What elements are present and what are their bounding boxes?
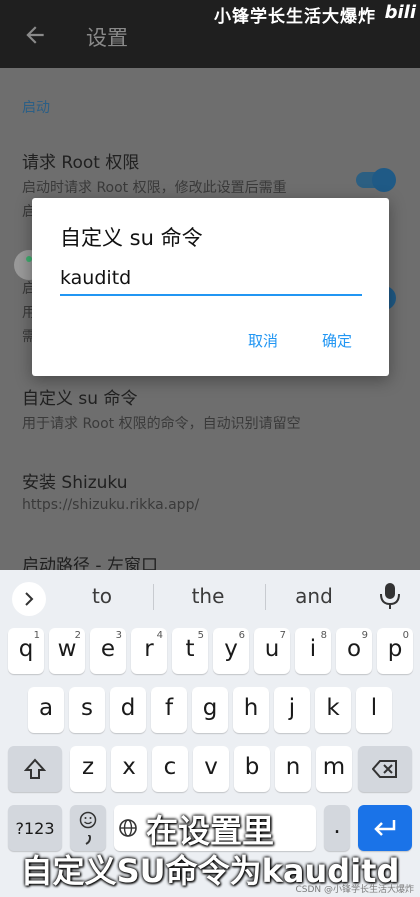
key-number-hint: 5 [197,630,204,641]
key-label: s [81,695,93,721]
letter-key[interactable]: o9 [336,628,372,674]
suggestion-word[interactable]: the [168,584,248,608]
dialog-title: 自定义 su 命令 [60,226,203,250]
bilibili-logo: bili [384,2,416,23]
pref-start-path-left[interactable]: 启动路径 - 左窗口 [22,551,158,570]
letter-key[interactable]: w2 [49,628,85,674]
key-label: b [244,754,260,780]
key-label: z [81,754,95,780]
pref-summary: 启动时请求 Root 权限，修改此设置后需重 [22,180,287,196]
key-number-hint: 1 [33,630,40,641]
pref-title: 自定义 su 命令 [22,389,138,409]
letter-key[interactable]: m [316,746,352,792]
letter-key[interactable]: r4 [131,628,167,674]
letter-key[interactable]: t5 [172,628,208,674]
app-bar: 设置 小锋学长生活大爆炸 bili [0,0,420,68]
letter-key[interactable]: n [275,746,311,792]
key-number-hint: 7 [279,630,286,641]
letter-key[interactable]: d [110,687,146,733]
pref-install-shizuku[interactable]: 安装 Shizuku https://shizuku.rikka.app/ [22,468,199,513]
pref-summary: https://shizuku.rikka.app/ [22,497,200,513]
letter-key[interactable]: a [28,687,64,733]
pref-title: 安装 Shizuku [22,473,128,493]
key-label: x [122,754,136,780]
letter-key[interactable]: z [70,746,106,792]
letter-key[interactable]: k [315,687,351,733]
letter-key[interactable]: h [233,687,269,733]
suggestion-strip: to the and [0,570,420,622]
key-number-hint: 6 [238,630,245,641]
request-root-toggle[interactable] [356,168,396,192]
letter-key[interactable]: y6 [213,628,249,674]
key-number-hint: 8 [320,630,327,641]
section-header-startup: 启动 [22,100,50,116]
pref-summary: 用于请求 Root 权限的命令，自动识别请留空 [22,416,301,432]
letter-key[interactable]: g [192,687,228,733]
channel-watermark: 小锋学长生活大爆炸 [214,7,376,27]
suggestion-word[interactable]: and [274,584,354,608]
suggestion-divider [265,584,266,610]
letter-key[interactable]: q1 [8,628,44,674]
letter-key[interactable]: v [193,746,229,792]
arrow-left-icon[interactable] [22,22,48,48]
chevron-right-icon [25,592,34,606]
shift-key[interactable] [8,746,62,792]
key-number-hint: 0 [402,630,409,641]
key-label: v [204,754,218,780]
key-label: h [243,695,259,721]
suggestion-word[interactable]: to [62,584,142,608]
key-number-hint: 3 [115,630,122,641]
key-label: g [202,695,218,721]
letter-key[interactable]: e3 [90,628,126,674]
su-command-input[interactable] [60,262,362,296]
source-credit: CSDN @小锋学长生活大爆炸 [295,885,414,895]
key-label: j [288,695,296,721]
key-label: d [120,695,136,721]
letter-key[interactable]: u7 [254,628,290,674]
key-label: f [164,695,174,721]
key-label: l [370,695,378,721]
key-label: c [163,754,177,780]
cancel-button[interactable]: 取消 [248,330,278,351]
backspace-key[interactable] [358,746,412,792]
letter-key[interactable]: f [151,687,187,733]
pref-title: 请求 Root 权限 [22,153,140,173]
microphone-icon[interactable] [379,582,401,610]
pref-custom-su[interactable]: 自定义 su 命令 用于请求 Root 权限的命令，自动识别请留空 [22,384,301,433]
key-label: a [38,695,54,721]
key-number-hint: 9 [361,630,368,641]
key-number-hint: 2 [74,630,81,641]
letter-key[interactable]: c [152,746,188,792]
key-label: m [322,754,346,780]
pref-title: 启动路径 - 左窗口 [22,556,158,570]
letter-key[interactable]: s [69,687,105,733]
letter-key[interactable]: x [111,746,147,792]
backspace-icon [372,760,397,778]
letter-key[interactable]: i8 [295,628,331,674]
expand-toolbar-button[interactable] [12,582,46,616]
ok-button[interactable]: 确定 [322,330,352,351]
letter-key[interactable]: l [356,687,392,733]
suggestion-divider [153,584,154,610]
key-number-hint: 4 [156,630,163,641]
letter-key[interactable]: j [274,687,310,733]
letter-key[interactable]: b [234,746,270,792]
letter-key[interactable]: p0 [377,628,413,674]
custom-su-dialog: 自定义 su 命令 取消 确定 [32,198,389,376]
key-label: n [285,754,301,780]
shift-icon [24,758,46,779]
page-title: 设置 [86,26,128,50]
key-label: k [326,695,340,721]
